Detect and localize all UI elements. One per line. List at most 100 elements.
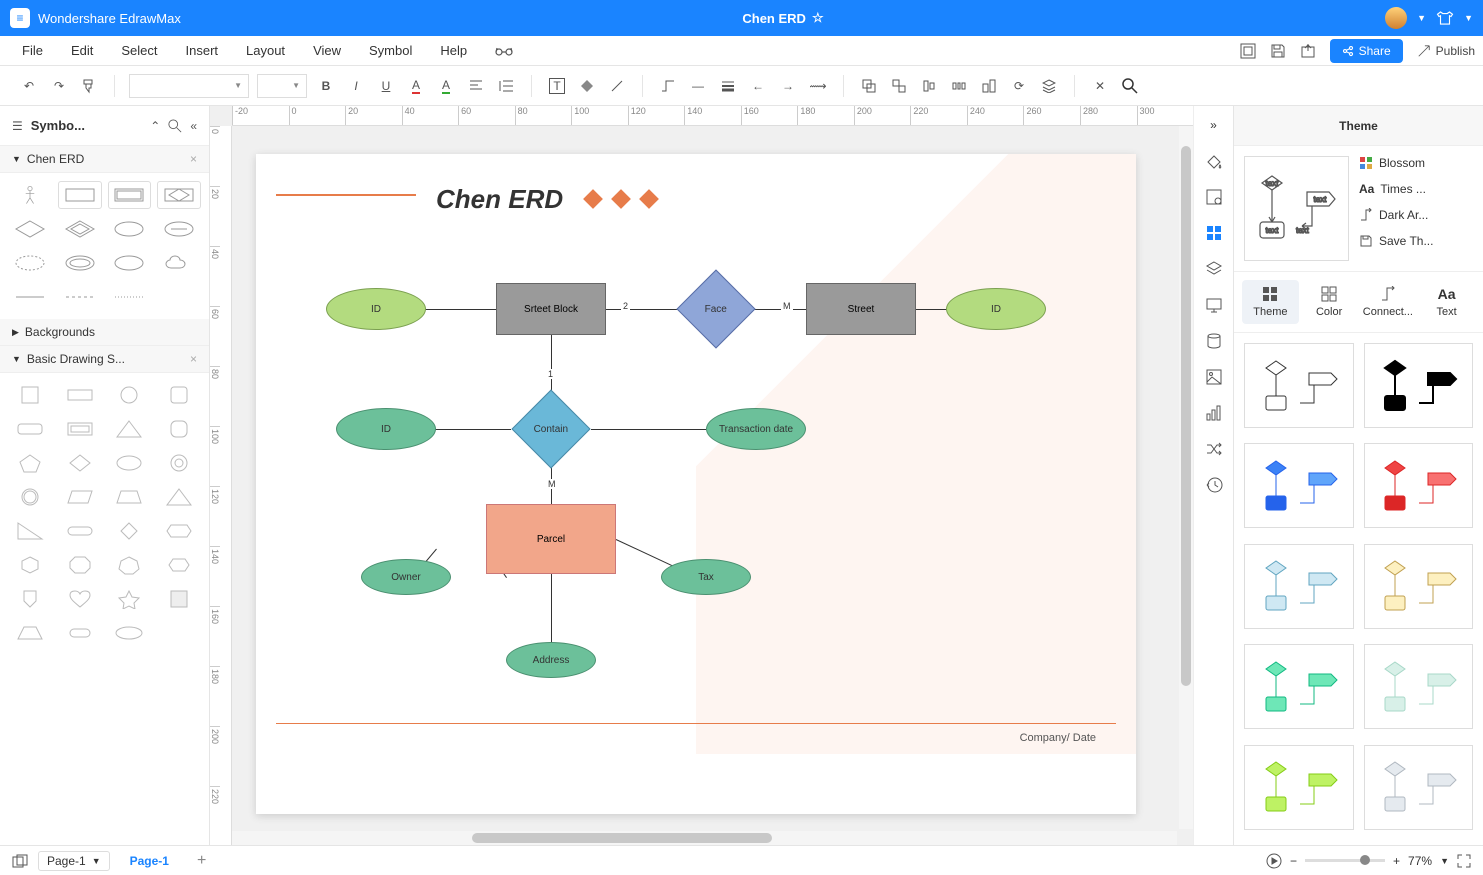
paint-bucket-icon[interactable] [1203,150,1225,172]
erd-attribute-transaction-date[interactable]: Transaction date [706,408,806,450]
shape-square[interactable] [8,381,52,409]
rotate-icon[interactable]: ⟳ [1008,75,1030,97]
menu-file[interactable]: File [8,43,57,58]
erd-relationship-contain[interactable]: Contain [511,401,591,457]
line-style-icon[interactable]: — [687,75,709,97]
theme-icon[interactable] [1203,222,1225,244]
shape-rounded-sq[interactable] [157,381,201,409]
menu-layout[interactable]: Layout [232,43,299,58]
shape-hexagon-side[interactable] [157,517,201,545]
font-family-combo[interactable]: ▼ [129,74,249,98]
zoom-in-icon[interactable]: + [1393,854,1400,868]
theme-card[interactable] [1244,544,1354,629]
theme-opt-font[interactable]: AaTimes ... [1359,182,1473,196]
shape-right-tri[interactable] [8,517,52,545]
shape-rounded-rect2[interactable] [157,415,201,443]
shape-multi-attr[interactable] [58,249,102,277]
arrow-start-icon[interactable]: ← [747,75,769,97]
tab-theme[interactable]: Theme [1242,280,1299,324]
fill-icon[interactable] [576,75,598,97]
shape-ellipse2[interactable] [108,619,152,647]
theme-opt-connector[interactable]: Dark Ar... [1359,208,1473,222]
font-color-icon[interactable]: A [405,75,427,97]
bold-icon[interactable]: B [315,75,337,97]
shape-donut[interactable] [157,449,201,477]
theme-card[interactable] [1364,443,1474,528]
export-icon[interactable] [1300,43,1316,59]
connector[interactable] [416,309,496,310]
page-title[interactable]: Chen ERD [436,184,563,215]
shape-double-circle[interactable] [8,483,52,511]
shape-ellipse[interactable] [108,449,152,477]
menu-insert[interactable]: Insert [172,43,233,58]
search-icon[interactable] [1119,75,1141,97]
menu-select[interactable]: Select [107,43,171,58]
menu-help[interactable]: Help [426,43,481,58]
play-icon[interactable] [1266,853,1282,869]
align-shapes-icon[interactable] [918,75,940,97]
scrollbar-horizontal[interactable] [232,831,1177,845]
symbols-search-icon[interactable] [168,119,182,133]
library-icon[interactable]: ☰ [12,119,23,133]
zoom-slider[interactable] [1305,859,1385,862]
connector[interactable] [606,309,686,310]
distribute-icon[interactable] [948,75,970,97]
shape-trap2[interactable] [8,619,52,647]
image-icon[interactable] [1203,366,1225,388]
undo-icon[interactable]: ↶ [18,75,40,97]
skin-dropdown-icon[interactable]: ▼ [1464,13,1473,23]
layers-icon[interactable] [1038,75,1060,97]
theme-card[interactable] [1364,644,1474,729]
shape-triangle2[interactable] [157,483,201,511]
settings-icon[interactable]: ✕ [1089,75,1111,97]
shape-parallelogram[interactable] [58,483,102,511]
erd-attribute-owner[interactable]: Owner [361,559,451,595]
menu-symbol[interactable]: Symbol [355,43,426,58]
erd-attribute-id[interactable]: ID [326,288,426,330]
shape-relationship[interactable] [8,215,52,243]
theme-card[interactable] [1364,544,1474,629]
theme-card[interactable] [1244,443,1354,528]
shape-pill[interactable] [58,517,102,545]
shape-line-dotted[interactable] [108,283,152,311]
erd-entity-street[interactable]: Street [806,283,916,335]
connector[interactable] [426,429,511,430]
shape-style-icon[interactable] [1203,186,1225,208]
shape-heart[interactable] [58,585,102,613]
shape-octagon[interactable] [58,551,102,579]
stencil-chen-header[interactable]: ▼ Chen ERD × [0,146,209,173]
size-icon[interactable] [978,75,1000,97]
theme-opt-blossom[interactable]: Blossom [1359,156,1473,170]
erd-attribute-id[interactable]: ID [336,408,436,450]
erd-entity-parcel[interactable]: Parcel [486,504,616,574]
shape-triangle[interactable] [108,415,152,443]
shape-key-attribute[interactable] [157,215,201,243]
shape-cloud[interactable] [157,249,201,277]
close-icon[interactable]: × [190,352,197,366]
stencil-backgrounds-header[interactable]: ▶ Backgrounds [0,319,209,346]
erd-attribute-tax[interactable]: Tax [661,559,751,595]
shape-diamond[interactable] [58,449,102,477]
fullscreen-icon[interactable] [1457,854,1471,868]
shape-weak-relationship[interactable] [58,215,102,243]
shape-rhombus[interactable] [108,517,152,545]
tab-text[interactable]: AaText [1418,280,1475,324]
shuffle-icon[interactable] [1203,438,1225,460]
theme-card[interactable] [1244,644,1354,729]
shape-hexagon[interactable] [8,551,52,579]
shape-pill2[interactable] [58,619,102,647]
underline-icon[interactable]: U [375,75,397,97]
line-jump-icon[interactable]: ⟿ [807,75,829,97]
shape-attribute[interactable] [108,215,152,243]
group-icon[interactable] [858,75,880,97]
canvas[interactable]: Chen ERD 2 M 1 M ID [232,126,1177,829]
shape-heptagon[interactable] [108,551,152,579]
shape-line-dashed[interactable] [58,283,102,311]
publish-button[interactable]: Publish [1417,44,1475,58]
chevron-up-icon[interactable]: ⌃ [150,119,160,133]
shape-circle[interactable] [108,381,152,409]
shape-assoc-entity[interactable] [157,181,201,209]
zoom-out-icon[interactable]: − [1290,854,1297,868]
page-tab[interactable]: Page-1 [120,854,179,868]
shape-pentagon[interactable] [8,449,52,477]
